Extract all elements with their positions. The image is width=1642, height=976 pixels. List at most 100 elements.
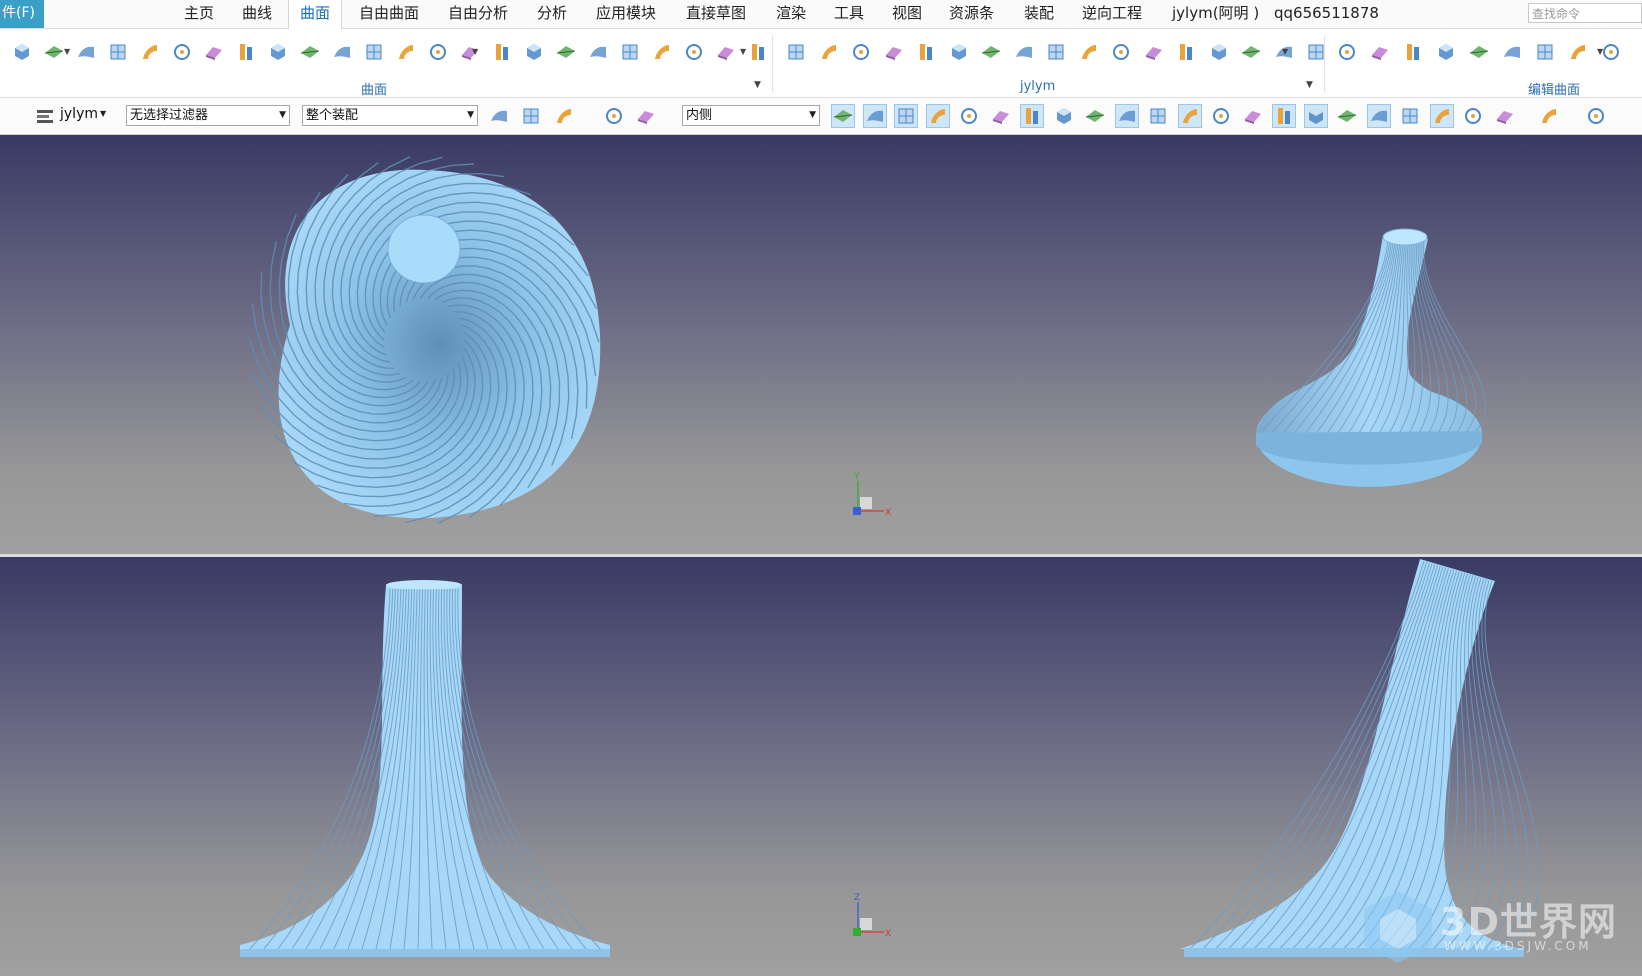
tool-icon[interactable] [894, 104, 918, 128]
tool-icon[interactable] [491, 41, 513, 63]
tab-surface[interactable]: 曲面 [288, 0, 343, 29]
tool-icon[interactable] [1210, 105, 1232, 127]
tool-icon[interactable] [395, 41, 417, 63]
tool-icon[interactable] [831, 104, 855, 128]
tool-icon[interactable] [1501, 41, 1523, 63]
tool-icon[interactable] [553, 105, 575, 127]
tab-freeform-analysis[interactable]: 自由分析 [448, 0, 508, 28]
tool-icon[interactable] [1240, 41, 1262, 63]
tool-icon[interactable] [1367, 104, 1391, 128]
dropdown-arrow-icon[interactable]: ▼ [64, 47, 70, 56]
tool-icon[interactable] [715, 41, 737, 63]
user-menu-label[interactable]: jylym [60, 106, 98, 122]
tool-icon[interactable] [747, 41, 769, 63]
tab-render[interactable]: 渲染 [776, 0, 806, 28]
tool-icon[interactable] [1538, 105, 1560, 127]
tool-icon[interactable] [1175, 41, 1197, 63]
tool-icon[interactable] [363, 41, 385, 63]
tool-icon[interactable] [1567, 41, 1589, 63]
tool-icon[interactable] [43, 41, 65, 63]
dropdown-arrow-icon[interactable]: ▼ [1597, 47, 1603, 56]
selection-scope-combo[interactable]: 整个装配 ▼ [302, 105, 478, 126]
tool-icon[interactable] [587, 41, 609, 63]
tab-tools[interactable]: 工具 [834, 0, 864, 28]
tool-icon[interactable] [948, 41, 970, 63]
tool-icon[interactable] [171, 41, 193, 63]
tool-icon[interactable] [1078, 41, 1100, 63]
selection-filter-combo[interactable]: 无选择过滤器 ▼ [126, 105, 290, 126]
tab-direct-sketch[interactable]: 直接草图 [686, 0, 746, 28]
viewport-top[interactable]: Y X [0, 135, 1642, 554]
tool-icon[interactable] [1435, 41, 1457, 63]
tool-icon[interactable] [1013, 41, 1035, 63]
tool-icon[interactable] [1143, 41, 1165, 63]
tool-icon[interactable] [990, 105, 1012, 127]
tab-curve[interactable]: 曲线 [242, 0, 272, 28]
tool-icon[interactable] [11, 41, 33, 63]
tool-icon[interactable] [1494, 105, 1516, 127]
tool-icon[interactable] [139, 41, 161, 63]
tool-icon[interactable] [683, 41, 705, 63]
tool-icon[interactable] [1336, 105, 1358, 127]
ribbon-group-more-icon[interactable]: ▼ [1306, 80, 1313, 90]
tool-icon[interactable] [980, 41, 1002, 63]
tool-icon[interactable] [958, 105, 980, 127]
tool-icon[interactable] [331, 41, 353, 63]
tool-icon[interactable] [651, 41, 673, 63]
tool-icon[interactable] [1115, 104, 1139, 128]
tool-icon[interactable] [1178, 104, 1202, 128]
viewport-bottom[interactable]: Z X 3D世界网 WWW.3DSJW.COM [0, 557, 1642, 976]
tool-icon[interactable] [1468, 41, 1490, 63]
tool-icon[interactable] [818, 41, 840, 63]
tool-icon[interactable] [850, 41, 872, 63]
tab-applications[interactable]: 应用模块 [596, 0, 656, 28]
tool-icon[interactable] [520, 105, 542, 127]
tab-freeform-surface[interactable]: 自由曲面 [359, 0, 419, 28]
dropdown-arrow-icon[interactable]: ▼ [740, 47, 746, 56]
tool-icon[interactable] [523, 41, 545, 63]
tool-icon[interactable] [1304, 104, 1328, 128]
tool-icon[interactable] [603, 105, 625, 127]
tool-icon[interactable] [267, 41, 289, 63]
tool-icon[interactable] [488, 105, 510, 127]
tool-icon[interactable] [1336, 41, 1358, 63]
tab-view[interactable]: 视图 [892, 0, 922, 28]
tab-jylym[interactable]: jylym(阿明 ) [1172, 0, 1259, 28]
tab-qq[interactable]: qq656511878 [1274, 0, 1379, 28]
dropdown-arrow-icon[interactable]: ▼ [472, 47, 478, 56]
tool-icon[interactable] [1272, 104, 1296, 128]
tool-icon[interactable] [1399, 105, 1421, 127]
tool-icon[interactable] [1534, 41, 1556, 63]
tool-icon[interactable] [1462, 105, 1484, 127]
tool-icon[interactable] [635, 105, 657, 127]
tool-icon[interactable] [619, 41, 641, 63]
ribbon-group-more-icon[interactable]: ▼ [754, 80, 761, 90]
tool-icon[interactable] [1402, 41, 1424, 63]
tool-icon[interactable] [107, 41, 129, 63]
tab-reverse-engineering[interactable]: 逆向工程 [1082, 0, 1142, 28]
tool-icon[interactable] [1430, 104, 1454, 128]
tool-icon[interactable] [1208, 41, 1230, 63]
tool-icon[interactable] [1369, 41, 1391, 63]
face-side-combo[interactable]: 内侧 ▼ [682, 105, 820, 126]
tool-icon[interactable] [75, 41, 97, 63]
tool-icon[interactable] [299, 41, 321, 63]
file-menu-tab[interactable]: 件(F) [0, 0, 44, 28]
user-menu-dropdown-icon[interactable]: ▼ [100, 109, 106, 118]
tab-analysis[interactable]: 分析 [537, 0, 567, 28]
user-menu-icon[interactable] [34, 105, 56, 127]
tool-icon[interactable] [926, 104, 950, 128]
tab-home[interactable]: 主页 [184, 0, 214, 28]
tool-icon[interactable] [863, 104, 887, 128]
tool-icon[interactable] [1084, 105, 1106, 127]
tool-icon[interactable] [235, 41, 257, 63]
tool-icon[interactable] [1147, 105, 1169, 127]
tab-assembly[interactable]: 装配 [1024, 0, 1054, 28]
tool-icon[interactable] [915, 41, 937, 63]
tool-icon[interactable] [1600, 41, 1622, 63]
tool-icon[interactable] [1020, 104, 1044, 128]
tool-icon[interactable] [555, 41, 577, 63]
tool-icon[interactable] [1585, 105, 1607, 127]
tool-icon[interactable] [1053, 105, 1075, 127]
tool-icon[interactable] [1110, 41, 1132, 63]
